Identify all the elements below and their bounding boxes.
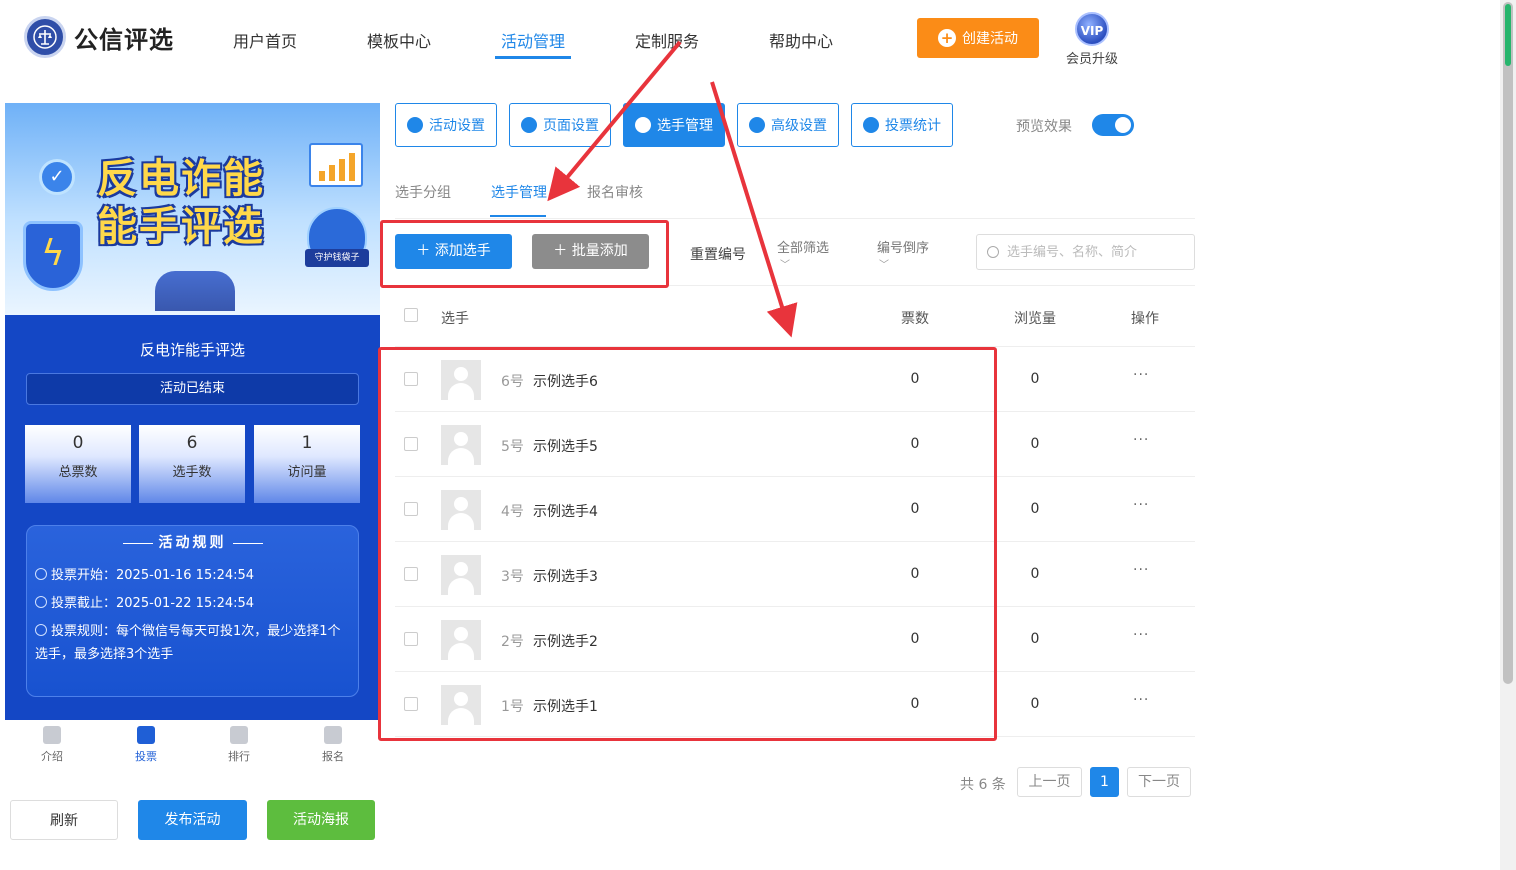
create-activity-button[interactable]: + 创建活动 bbox=[917, 18, 1039, 58]
activity-poster-button[interactable]: 活动海报 bbox=[267, 800, 375, 840]
stat-visits: 1 访问量 bbox=[254, 425, 360, 503]
more-icon[interactable]: ··· bbox=[1133, 497, 1149, 513]
preview-activity-title: 反电诈能手评选 bbox=[139, 341, 245, 359]
advanced-settings-button[interactable]: 高级设置 bbox=[737, 103, 839, 147]
player-views: 0 bbox=[1030, 566, 1040, 582]
col-player: 选手 bbox=[441, 311, 469, 327]
tab-signup-review[interactable]: 报名审核 bbox=[587, 182, 643, 202]
more-icon[interactable]: ··· bbox=[1133, 627, 1149, 643]
stat-players: 6 选手数 bbox=[139, 425, 245, 503]
more-icon[interactable]: ··· bbox=[1133, 562, 1149, 578]
page-scrollbar[interactable] bbox=[1500, 0, 1516, 870]
more-icon[interactable]: ··· bbox=[1133, 367, 1149, 383]
filter-all-dropdown[interactable]: 全部筛选 bbox=[777, 237, 829, 256]
chevron-down-icon: ﹀ bbox=[879, 260, 889, 271]
scrollbar-indicator bbox=[1505, 4, 1511, 66]
chevron-down-icon: ﹀ bbox=[780, 260, 790, 271]
nav-active-underline bbox=[495, 56, 571, 59]
clock-icon bbox=[35, 568, 47, 580]
flag-icon bbox=[324, 726, 342, 744]
page-1-button[interactable]: 1 bbox=[1090, 767, 1119, 797]
info-icon bbox=[35, 624, 47, 636]
publish-activity-button[interactable]: 发布活动 bbox=[138, 800, 247, 840]
bookmark-icon bbox=[43, 726, 61, 744]
prev-page-button[interactable]: 上一页 bbox=[1017, 767, 1082, 797]
annotation-box-actions bbox=[380, 220, 669, 288]
preview-tab-vote[interactable]: 投票 bbox=[116, 726, 176, 764]
player-search[interactable] bbox=[976, 234, 1195, 270]
sort-desc-dropdown[interactable]: 编号倒序 bbox=[877, 237, 929, 256]
nav-activity-management[interactable]: 活动管理 bbox=[501, 28, 565, 52]
select-all-checkbox[interactable] bbox=[404, 308, 418, 322]
users-icon bbox=[635, 117, 651, 133]
search-input[interactable] bbox=[1007, 235, 1187, 269]
activity-status: 活动已结束 bbox=[26, 373, 359, 405]
vote-statistics-button[interactable]: 投票统计 bbox=[851, 103, 953, 147]
top-nav: 公信评选 用户首页 模板中心 活动管理 定制服务 帮助中心 + 创建活动 VIP… bbox=[0, 0, 1500, 80]
col-actions: 操作 bbox=[1131, 311, 1159, 327]
nav-home[interactable]: 用户首页 bbox=[233, 28, 297, 52]
vip-upgrade[interactable]: VIP 会员升级 bbox=[1062, 12, 1122, 67]
check-icon: ✓ bbox=[39, 159, 75, 195]
subtab-active-underline bbox=[490, 215, 546, 217]
preview-effect-label: 预览效果 bbox=[1016, 119, 1072, 135]
preview-tabbar: 介绍 投票 排行 报名 bbox=[5, 720, 380, 770]
page-settings-button[interactable]: 页面设置 bbox=[509, 103, 611, 147]
activity-settings-button[interactable]: 活动设置 bbox=[395, 103, 497, 147]
next-page-button[interactable]: 下一页 bbox=[1127, 767, 1191, 797]
brand-name: 公信评选 bbox=[74, 25, 174, 54]
mobile-preview: ✓ 反电诈能 能手评选 ϟ 守护钱袋子 反电诈能手评选 活动已结束 0 总票数 … bbox=[5, 103, 380, 720]
gear-icon bbox=[521, 117, 537, 133]
vote-icon bbox=[137, 726, 155, 744]
preview-tab-signup[interactable]: 报名 bbox=[303, 726, 363, 764]
nav-custom-service[interactable]: 定制服务 bbox=[635, 28, 699, 52]
stat-total-votes: 0 总票数 bbox=[25, 425, 131, 503]
subtab-divider bbox=[395, 218, 1195, 219]
chart-icon bbox=[309, 143, 363, 187]
preview-tab-intro[interactable]: 介绍 bbox=[22, 726, 82, 764]
star-icon bbox=[407, 117, 423, 133]
vip-label: 会员升级 bbox=[1065, 52, 1118, 67]
clock-icon bbox=[35, 596, 47, 608]
preview-tab-rank[interactable]: 排行 bbox=[209, 726, 269, 764]
rules-title: 活动规则 bbox=[27, 532, 358, 552]
tab-player-groups[interactable]: 选手分组 bbox=[395, 182, 451, 202]
crown-icon bbox=[230, 726, 248, 744]
pagination-total: 共 6 条 bbox=[960, 777, 1006, 793]
preview-effect-toggle[interactable] bbox=[1092, 114, 1134, 136]
vip-icon: VIP bbox=[1075, 12, 1109, 46]
player-management-button[interactable]: 选手管理 bbox=[623, 103, 725, 147]
activity-rules: 活动规则 投票开始：2025-01-16 15:24:54 投票截止：2025-… bbox=[26, 525, 359, 697]
create-activity-label: 创建活动 bbox=[962, 31, 1018, 47]
logo[interactable]: 公信评选 bbox=[24, 16, 174, 58]
player-views: 0 bbox=[1030, 501, 1040, 517]
nav-templates[interactable]: 模板中心 bbox=[367, 28, 431, 52]
search-icon bbox=[987, 246, 999, 258]
col-views[interactable]: 浏览量 bbox=[1014, 308, 1056, 328]
shield-icon: ϟ bbox=[23, 221, 83, 291]
player-views: 0 bbox=[1030, 631, 1040, 647]
banner-title: 反电诈能 能手评选 bbox=[97, 156, 265, 250]
more-icon[interactable]: ··· bbox=[1133, 432, 1149, 448]
nav-help[interactable]: 帮助中心 bbox=[769, 28, 833, 52]
rule-detail: 投票规则：每个微信号每天可投1次，最少选择1个选手，最多选择3个选手 bbox=[35, 624, 341, 662]
crowd-illustration bbox=[155, 271, 235, 311]
player-views: 0 bbox=[1030, 371, 1040, 387]
plus-icon: + bbox=[938, 29, 956, 47]
player-views: 0 bbox=[1030, 436, 1040, 452]
emblem-icon bbox=[24, 16, 66, 58]
bar-chart-icon bbox=[863, 117, 879, 133]
refresh-button[interactable]: 刷新 bbox=[10, 800, 118, 840]
annotation-box-list bbox=[378, 347, 997, 741]
col-votes[interactable]: 票数 bbox=[901, 308, 929, 328]
more-icon[interactable]: ··· bbox=[1133, 692, 1149, 708]
settings-icon bbox=[749, 117, 765, 133]
banner-tag: 守护钱袋子 bbox=[305, 249, 369, 267]
scrollbar-thumb[interactable] bbox=[1503, 2, 1513, 684]
activity-banner: ✓ 反电诈能 能手评选 ϟ 守护钱袋子 bbox=[5, 103, 380, 315]
reset-number-button[interactable]: 重置编号 bbox=[690, 244, 746, 264]
tab-player-management[interactable]: 选手管理 bbox=[491, 182, 547, 202]
player-views: 0 bbox=[1030, 696, 1040, 712]
